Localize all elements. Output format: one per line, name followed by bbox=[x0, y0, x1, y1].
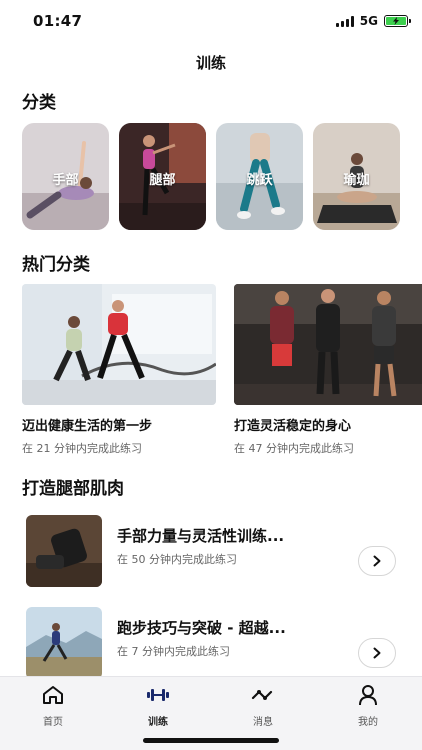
tab-messages-label: 消息 bbox=[253, 717, 273, 728]
category-label: 手部 bbox=[52, 173, 79, 188]
category-label: 腿部 bbox=[149, 173, 176, 188]
category-card-jump[interactable]: 跳跃 bbox=[216, 123, 303, 230]
tab-profile[interactable]: 我的 bbox=[338, 683, 398, 728]
page-title: 训练 bbox=[195, 54, 226, 72]
tab-training-label: 训练 bbox=[148, 717, 168, 728]
tab-training[interactable]: 训练 bbox=[128, 683, 188, 728]
workout-2-subtitle: 在 7 分钟内完成此练习 bbox=[117, 645, 230, 658]
category-card-legs[interactable]: 腿部 bbox=[119, 123, 206, 230]
popular-card-1-subtitle: 在 21 分钟内完成此练习 bbox=[22, 442, 142, 455]
category-card-arms[interactable]: 手部 bbox=[22, 123, 109, 230]
categories-title: 分类 bbox=[22, 93, 56, 113]
tab-home[interactable]: 首页 bbox=[23, 683, 83, 728]
category-label: 跳跃 bbox=[246, 173, 273, 188]
signal-icon bbox=[335, 15, 354, 27]
popular-card-1-image bbox=[22, 284, 216, 405]
battery-icon bbox=[384, 15, 411, 27]
category-label: 瑜珈 bbox=[343, 173, 370, 188]
dumbbell-icon bbox=[147, 689, 169, 701]
legs-section-title: 打造腿部肌肉 bbox=[22, 479, 124, 499]
chevron-right-icon bbox=[373, 647, 381, 659]
popular-card-1-title: 迈出健康生活的第一步 bbox=[22, 419, 153, 434]
workout-1-open-button[interactable] bbox=[358, 546, 396, 576]
popular-card-2-title: 打造灵活稳定的身心 bbox=[234, 419, 352, 434]
list-item-workout-1[interactable]: 手部力量与灵活性训练... 在 50 分钟内完成此练习 bbox=[22, 515, 400, 589]
tab-home-label: 首页 bbox=[43, 717, 63, 728]
workout-1-thumbnail bbox=[26, 515, 102, 587]
workout-1-subtitle: 在 50 分钟内完成此练习 bbox=[117, 553, 237, 566]
home-indicator[interactable] bbox=[143, 738, 279, 743]
category-card-yoga[interactable]: 瑜珈 bbox=[313, 123, 400, 230]
workout-1-title: 手部力量与灵活性训练... bbox=[117, 527, 285, 545]
popular-card-2-image bbox=[234, 284, 422, 405]
popular-card-1[interactable]: 迈出健康生活的第一步 在 21 分钟内完成此练习 bbox=[22, 284, 216, 456]
workout-2-title: 跑步技巧与突破 - 超越... bbox=[117, 619, 286, 637]
tab-messages[interactable]: 消息 bbox=[233, 683, 293, 728]
tab-profile-label: 我的 bbox=[358, 717, 378, 728]
status-bar: 01:47 5G bbox=[0, 0, 422, 44]
user-icon bbox=[359, 685, 377, 706]
status-indicators: 5G bbox=[335, 14, 411, 28]
workout-2-thumbnail bbox=[26, 607, 102, 679]
workout-2-open-button[interactable] bbox=[358, 638, 396, 668]
home-icon bbox=[43, 686, 63, 704]
popular-card-2[interactable]: 打造灵活稳定的身心 在 47 分钟内完成此练习 bbox=[234, 284, 422, 456]
list-item-workout-2[interactable]: 跑步技巧与突破 - 超越... 在 7 分钟内完成此练习 bbox=[22, 607, 400, 681]
categories-row: 手部 腿部 跳跃 瑜珈 bbox=[22, 123, 400, 230]
chevron-right-icon bbox=[373, 555, 381, 567]
popular-title: 热门分类 bbox=[22, 255, 90, 275]
activity-icon bbox=[251, 690, 273, 700]
network-label: 5G bbox=[359, 14, 378, 28]
popular-card-2-subtitle: 在 47 分钟内完成此练习 bbox=[234, 442, 354, 455]
status-time: 01:47 bbox=[33, 12, 83, 30]
